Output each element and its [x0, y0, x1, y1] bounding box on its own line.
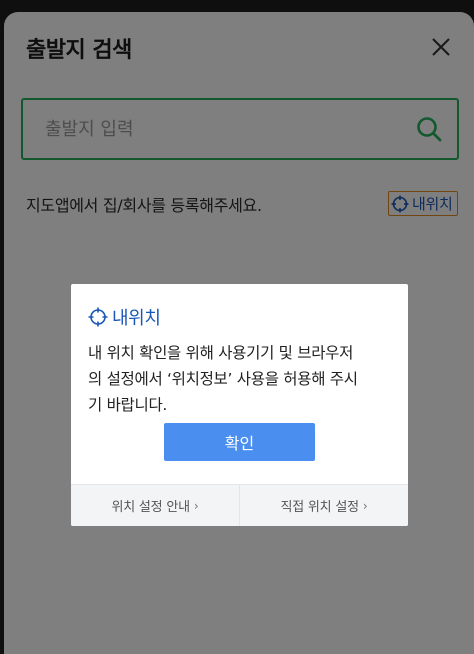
- chevron-right-icon: ›: [193, 498, 199, 513]
- chevron-right-icon: ›: [362, 498, 368, 513]
- dialog-title: 내위치: [88, 304, 161, 330]
- location-permission-dialog: 내위치 내 위치 확인을 위해 사용기기 및 브라우저 의 설정에서 ‘위치정보…: [71, 284, 408, 526]
- dialog-footer: 위치 설정 안내 › 직접 위치 설정 ›: [71, 484, 408, 526]
- crosshair-icon: [88, 307, 108, 327]
- confirm-button[interactable]: 확인: [164, 423, 315, 461]
- location-settings-guide-label: 위치 설정 안내: [111, 500, 190, 515]
- set-location-manually-label: 직접 위치 설정: [280, 500, 359, 515]
- location-settings-guide-button[interactable]: 위치 설정 안내 ›: [71, 485, 239, 526]
- dialog-title-text: 내위치: [112, 308, 161, 329]
- dialog-message: 내 위치 확인을 위해 사용기기 및 브라우저 의 설정에서 ‘위치정보’ 사용…: [88, 344, 358, 414]
- set-location-manually-button[interactable]: 직접 위치 설정 ›: [239, 485, 408, 526]
